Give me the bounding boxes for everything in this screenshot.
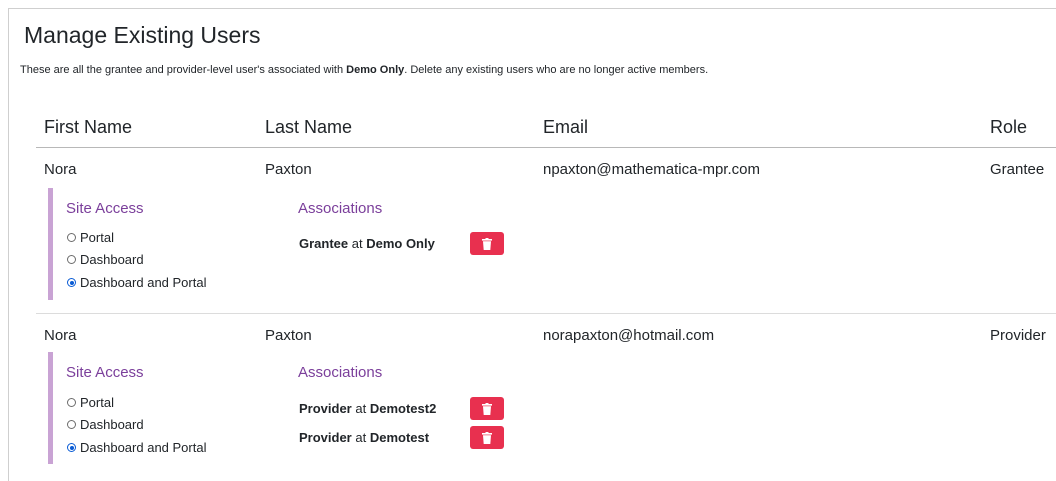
details-sidebar-bar [48, 188, 53, 300]
radio-label: Dashboard and Portal [80, 440, 207, 455]
role-cell: Provider [990, 327, 1046, 344]
association-org: Demotest [369, 430, 430, 445]
first-name-cell: Nora [44, 327, 77, 344]
email-cell: norapaxton@hotmail.com [543, 327, 715, 344]
role-cell: Grantee [990, 161, 1045, 178]
radio-label: Portal [80, 230, 114, 245]
association-org: Demo Only [366, 236, 435, 251]
radio-label: Dashboard and Portal [80, 275, 207, 290]
association-org: Demotest2 [369, 401, 437, 416]
radio-button-selected[interactable] [67, 443, 76, 452]
association-at: at [351, 430, 370, 445]
site-access-title: Site Access [66, 364, 144, 381]
radio-button-selected[interactable] [67, 278, 76, 287]
radio-dashboard[interactable]: Dashboard [67, 252, 144, 267]
details-sidebar-bar [48, 352, 53, 464]
radio-button[interactable] [67, 233, 76, 242]
radio-dashboard-and-portal[interactable]: Dashboard and Portal [67, 440, 206, 455]
delete-association-button[interactable] [470, 232, 504, 255]
radio-dashboard[interactable]: Dashboard [67, 417, 144, 432]
radio-dashboard-and-portal[interactable]: Dashboard and Portal [67, 275, 206, 290]
radio-portal[interactable]: Portal [67, 230, 114, 245]
association-item: Provider at Demotest2 [299, 401, 436, 416]
trash-icon [482, 431, 492, 444]
header-first-name: First Name [44, 117, 133, 137]
header-last-name: Last Name [265, 117, 353, 137]
trash-icon [482, 237, 492, 250]
row-divider [36, 313, 1056, 314]
radio-button[interactable] [67, 255, 76, 264]
association-at: at [351, 401, 370, 416]
radio-label: Dashboard [80, 252, 144, 267]
association-item: Grantee at Demo Only [299, 236, 435, 251]
page-title: Manage Existing Users [24, 22, 261, 48]
page-description: These are all the grantee and provider-l… [20, 64, 708, 76]
association-item: Provider at Demotest [299, 430, 429, 445]
header-divider [36, 147, 1056, 148]
email-cell: npaxton@mathematica-mpr.com [543, 161, 760, 178]
radio-label: Portal [80, 395, 114, 410]
header-email: Email [543, 117, 589, 137]
last-name-cell: Paxton [265, 161, 312, 178]
page-frame [8, 8, 1056, 481]
radio-button[interactable] [67, 398, 76, 407]
association-role: Grantee [299, 236, 349, 251]
association-role: Provider [299, 430, 352, 445]
last-name-cell: Paxton [265, 327, 312, 344]
site-access-title: Site Access [66, 200, 144, 217]
delete-association-button[interactable] [470, 426, 504, 449]
description-text: These are all the grantee and provider-l… [20, 64, 347, 76]
association-role: Provider [299, 401, 352, 416]
header-role: Role [990, 117, 1028, 137]
associations-title: Associations [298, 364, 383, 381]
association-at: at [348, 236, 367, 251]
description-text-end: . Delete any existing users who are no l… [404, 64, 709, 76]
radio-label: Dashboard [80, 417, 144, 432]
associations-title: Associations [298, 200, 383, 217]
first-name-cell: Nora [44, 161, 77, 178]
description-org: Demo Only [346, 64, 405, 76]
radio-portal[interactable]: Portal [67, 395, 114, 410]
radio-button[interactable] [67, 420, 76, 429]
delete-association-button[interactable] [470, 397, 504, 420]
trash-icon [482, 402, 492, 415]
